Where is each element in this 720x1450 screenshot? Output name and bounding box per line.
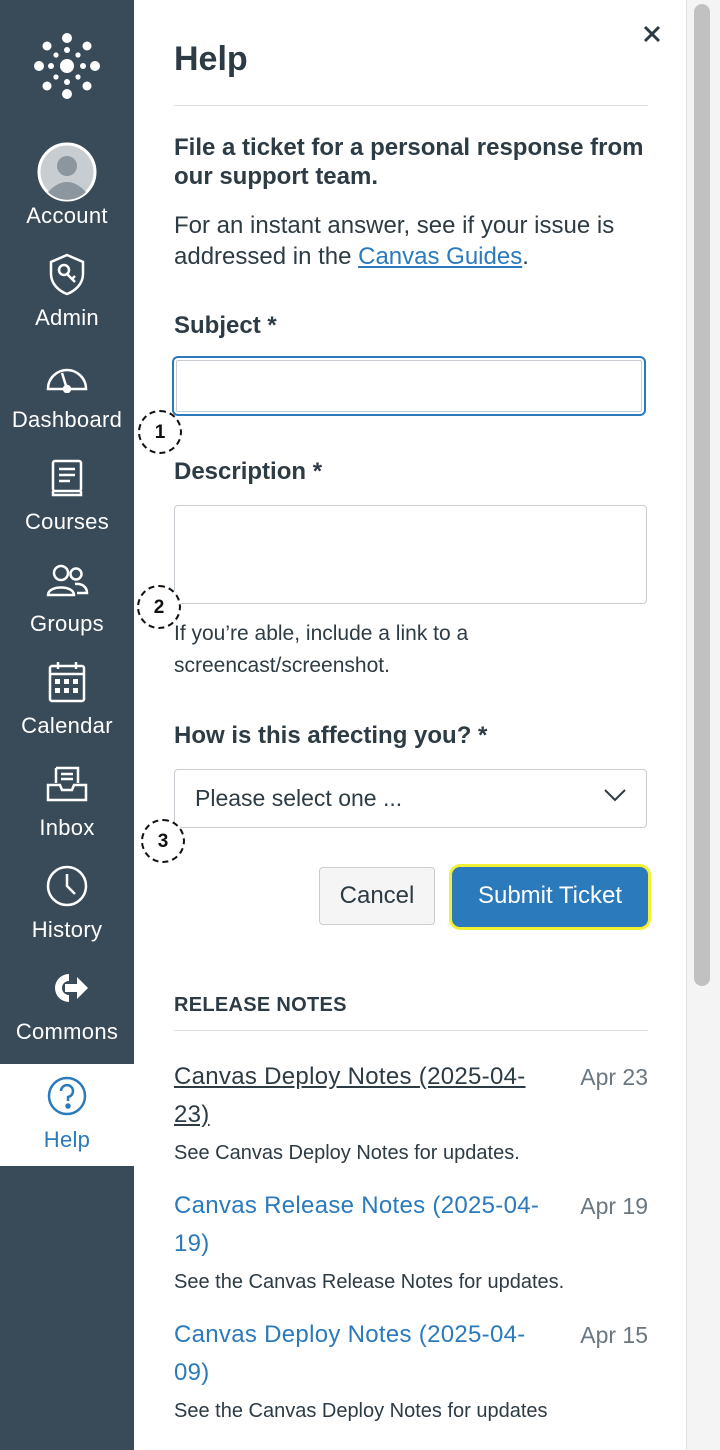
canvas-guides-link[interactable]: Canvas Guides	[358, 243, 522, 270]
nav-label: Commons	[15, 1019, 119, 1044]
nav-label: History	[31, 917, 103, 942]
nav-label: Inbox	[39, 815, 95, 840]
submit-ticket-button[interactable]: Submit Ticket	[452, 867, 648, 927]
nav-help[interactable]: Help	[0, 1064, 134, 1166]
nav-history[interactable]: History	[0, 854, 134, 956]
tray-title: Help	[174, 40, 248, 78]
help-tray: Help File a ticket for a personal respon…	[134, 0, 686, 1450]
subject-input[interactable]	[172, 356, 646, 416]
release-notes-heading: RELEASE NOTES	[174, 994, 347, 1016]
nav-label: Help	[43, 1127, 91, 1152]
callout-3: 3	[141, 819, 185, 863]
dashboard-icon	[46, 368, 88, 393]
groups-icon	[46, 564, 89, 597]
instant-answer-text: For an instant answer, see if your issue…	[174, 210, 654, 272]
nav-label: Groups	[30, 611, 104, 636]
question-icon	[47, 1076, 87, 1116]
canvas-logo-icon[interactable]	[31, 30, 103, 102]
instant-suffix: .	[522, 243, 529, 270]
release-note-item: Canvas Deploy Notes (2025-04-23) Apr 23 …	[174, 1058, 648, 1168]
description-textarea[interactable]	[174, 505, 647, 604]
close-button[interactable]	[638, 20, 666, 48]
release-note-link[interactable]: Canvas Release Notes (2025-04-19)	[174, 1187, 559, 1263]
release-note-date: Apr 23	[580, 1064, 648, 1090]
affecting-select[interactable]: Please select one ...	[174, 769, 647, 828]
subject-label: Subject *	[174, 312, 277, 339]
release-note-date: Apr 15	[580, 1322, 648, 1348]
nav-label: Courses	[24, 509, 110, 534]
global-nav: Account Admin Dashboard Courses Groups C…	[0, 0, 134, 1450]
release-note-item: Canvas Release Notes (2025-04-19) Apr 19…	[174, 1187, 648, 1297]
release-note-item: Canvas Deploy Notes (2025-04-09) Apr 15 …	[174, 1316, 648, 1426]
release-note-date: Apr 19	[580, 1193, 648, 1219]
commons-icon	[55, 974, 88, 1002]
book-icon	[51, 459, 83, 497]
shield-icon	[49, 253, 85, 296]
nav-commons[interactable]: Commons	[0, 956, 134, 1058]
affecting-label: How is this affecting you? *	[174, 722, 488, 749]
nav-groups[interactable]: Groups	[0, 548, 134, 650]
divider	[174, 1030, 648, 1031]
avatar-icon	[37, 142, 97, 202]
release-note-desc: See the Canvas Release Notes for updates…	[174, 1271, 565, 1293]
chevron-down-icon	[604, 789, 626, 802]
nav-label: Calendar	[21, 713, 113, 738]
nav-calendar[interactable]: Calendar	[0, 650, 134, 752]
description-hint: If you’re able, include a link to a scre…	[174, 622, 469, 677]
ticket-intro: File a ticket for a personal response fr…	[174, 134, 644, 190]
release-note-desc: See Canvas Deploy Notes for updates.	[174, 1142, 520, 1164]
nav-label: Admin	[35, 305, 99, 330]
nav-admin[interactable]: Admin	[0, 242, 134, 344]
release-note-desc: See the Canvas Deploy Notes for updates	[174, 1400, 548, 1422]
nav-courses[interactable]: Courses	[0, 446, 134, 548]
callout-1: 1	[138, 410, 182, 454]
nav-label: Dashboard	[11, 407, 123, 432]
description-label: Description *	[174, 458, 323, 485]
cancel-button[interactable]: Cancel	[319, 867, 435, 925]
nav-dashboard[interactable]: Dashboard	[0, 344, 134, 446]
divider	[174, 105, 648, 106]
nav-account[interactable]: Account	[0, 140, 134, 242]
affecting-selected-value: Please select one ...	[195, 785, 403, 811]
callout-2: 2	[137, 585, 181, 629]
scrollbar-thumb[interactable]	[694, 4, 710, 986]
release-note-link[interactable]: Canvas Deploy Notes (2025-04-09)	[174, 1316, 559, 1392]
close-icon	[643, 25, 661, 43]
nav-inbox[interactable]: Inbox	[0, 752, 134, 854]
inbox-icon	[46, 766, 88, 802]
clock-icon	[46, 865, 88, 907]
nav-label: Account	[26, 203, 108, 228]
calendar-icon	[48, 662, 86, 703]
release-note-link[interactable]: Canvas Deploy Notes (2025-04-23)	[174, 1058, 559, 1134]
